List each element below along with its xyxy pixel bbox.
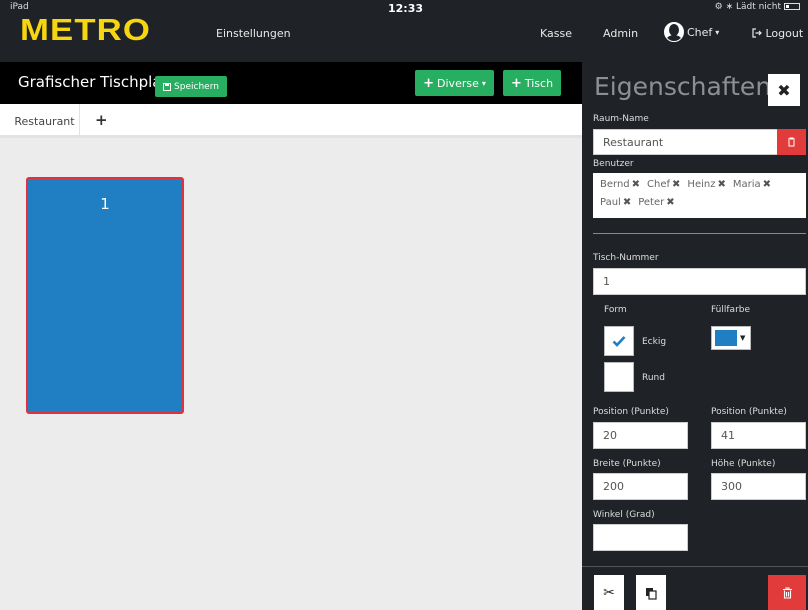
add-table-button-label: Tisch [524, 76, 554, 90]
delete-table-button[interactable] [768, 575, 806, 610]
tisch-nummer-input[interactable]: 1 [593, 268, 806, 295]
breite-label: Breite (Punkte) [593, 459, 661, 469]
user-tag[interactable]: Maria ✖ [733, 177, 771, 193]
close-panel-button[interactable]: ✖ [768, 74, 800, 106]
remove-icon[interactable]: ✖ [623, 197, 631, 208]
plus-icon: + [423, 75, 435, 91]
position-x-label: Position (Punkte) [593, 407, 669, 417]
add-table-button[interactable]: + Tisch [503, 70, 561, 96]
delete-room-button[interactable] [777, 129, 806, 155]
properties-panel: Eigenschaften ✖ Raum-Name Restaurant Ben… [582, 62, 808, 610]
page-title: Grafischer Tischplan [18, 73, 171, 91]
user-tag-label: Heinz [687, 179, 716, 190]
user-tag-label: Chef [647, 179, 671, 190]
form-rund-label: Rund [642, 373, 665, 383]
user-tag-label: Maria [732, 179, 761, 190]
winkel-input[interactable] [593, 524, 688, 551]
user-tag-label: Bernd [600, 179, 630, 190]
diverse-button-label: Diverse [437, 76, 479, 90]
nav-einstellungen[interactable]: Einstellungen [216, 27, 291, 40]
color-swatch [715, 330, 737, 346]
position-y-label: Position (Punkte) [711, 407, 787, 417]
close-icon: ✖ [777, 80, 791, 100]
battery-icon [784, 3, 800, 10]
diverse-dropdown-button[interactable]: + Diverse ▾ [415, 70, 494, 96]
plus-icon: + [510, 75, 522, 91]
metro-logo[interactable]: METRO [20, 12, 151, 48]
raum-name-label: Raum-Name [593, 114, 649, 124]
cut-button[interactable]: ✂ [594, 575, 624, 610]
status-battery-text: ⚙ ∗ Lädt nicht [714, 2, 781, 12]
remove-icon[interactable]: ✖ [632, 179, 640, 190]
position-x-input[interactable]: 20 [593, 422, 688, 449]
remove-icon[interactable]: ✖ [672, 179, 680, 190]
user-name: Chef [687, 25, 713, 39]
user-tag[interactable]: Heinz ✖ [687, 177, 725, 193]
tisch-nummer-label: Tisch-Nummer [593, 253, 659, 263]
position-y-input[interactable]: 41 [711, 422, 806, 449]
raum-name-input[interactable]: Restaurant [593, 129, 778, 155]
panel-title: Eigenschaften [594, 72, 772, 101]
top-navbar: iPad 12:33 ⚙ ∗ Lädt nicht METRO Einstell… [0, 0, 808, 62]
trash-icon [788, 137, 795, 147]
add-room-tab[interactable]: + [95, 111, 108, 129]
fill-color-picker[interactable]: ▼ [711, 326, 751, 350]
logout-label: Logout [765, 27, 804, 40]
form-label: Form [604, 305, 627, 315]
fuellfarbe-label: Füllfarbe [711, 305, 751, 315]
floppy-disk-icon [163, 82, 172, 91]
nav-admin[interactable]: Admin [603, 27, 638, 40]
paste-button[interactable] [636, 575, 666, 610]
floor-plan-canvas[interactable]: 1 [0, 141, 582, 610]
form-rund-checkbox[interactable] [604, 362, 634, 392]
caret-down-icon: ▾ [481, 78, 486, 88]
save-button-label: Speichern [174, 81, 219, 92]
scissors-icon: ✂ [603, 585, 615, 601]
table-number-label: 1 [100, 195, 110, 213]
checkmark-icon [612, 336, 626, 347]
trash-icon [782, 587, 792, 599]
panel-actions: ✂ [582, 566, 808, 610]
user-tag-label: Peter [638, 197, 665, 208]
winkel-label: Winkel (Grad) [593, 510, 655, 520]
user-tag-label: Paul [600, 197, 621, 208]
tab-restaurant[interactable]: Restaurant [10, 104, 80, 138]
clipboard-icon [646, 587, 657, 600]
avatar-icon [664, 22, 684, 42]
hoehe-input[interactable]: 300 [711, 473, 806, 500]
remove-icon[interactable]: ✖ [666, 197, 674, 208]
status-battery: ⚙ ∗ Lädt nicht [715, 2, 800, 12]
status-time: 12:33 [388, 2, 424, 15]
users-multiselect[interactable]: Bernd ✖ Chef ✖ Heinz ✖ Maria ✖ Paul ✖ Peter ✖ [593, 173, 806, 218]
breite-input[interactable]: 200 [593, 473, 688, 500]
caret-down-icon: ▾ [715, 27, 720, 37]
plan-toolbar: Grafischer Tischplan Speichern + Diverse… [0, 62, 582, 104]
caret-down-icon: ▼ [740, 334, 746, 342]
remove-icon[interactable]: ✖ [763, 179, 771, 190]
save-button[interactable]: Speichern [155, 76, 227, 97]
logout-link[interactable]: Logout [752, 27, 803, 40]
user-tag[interactable]: Paul ✖ [600, 195, 631, 211]
room-tabs: Restaurant + [0, 104, 582, 138]
user-tag[interactable]: Bernd ✖ [600, 177, 640, 193]
remove-icon[interactable]: ✖ [717, 179, 725, 190]
panel-divider [593, 233, 806, 234]
hoehe-label: Höhe (Punkte) [711, 459, 776, 469]
user-menu[interactable]: Chef ▾ [664, 22, 719, 42]
logout-icon [752, 28, 762, 38]
form-eckig-label: Eckig [642, 337, 667, 347]
user-tag[interactable]: Chef ✖ [647, 177, 680, 193]
user-tag[interactable]: Peter ✖ [638, 195, 674, 211]
status-device-name: iPad [10, 2, 29, 12]
nav-kasse[interactable]: Kasse [540, 27, 572, 40]
table-shape[interactable]: 1 [26, 177, 184, 414]
form-eckig-checkbox[interactable] [604, 326, 634, 356]
benutzer-label: Benutzer [593, 159, 634, 169]
